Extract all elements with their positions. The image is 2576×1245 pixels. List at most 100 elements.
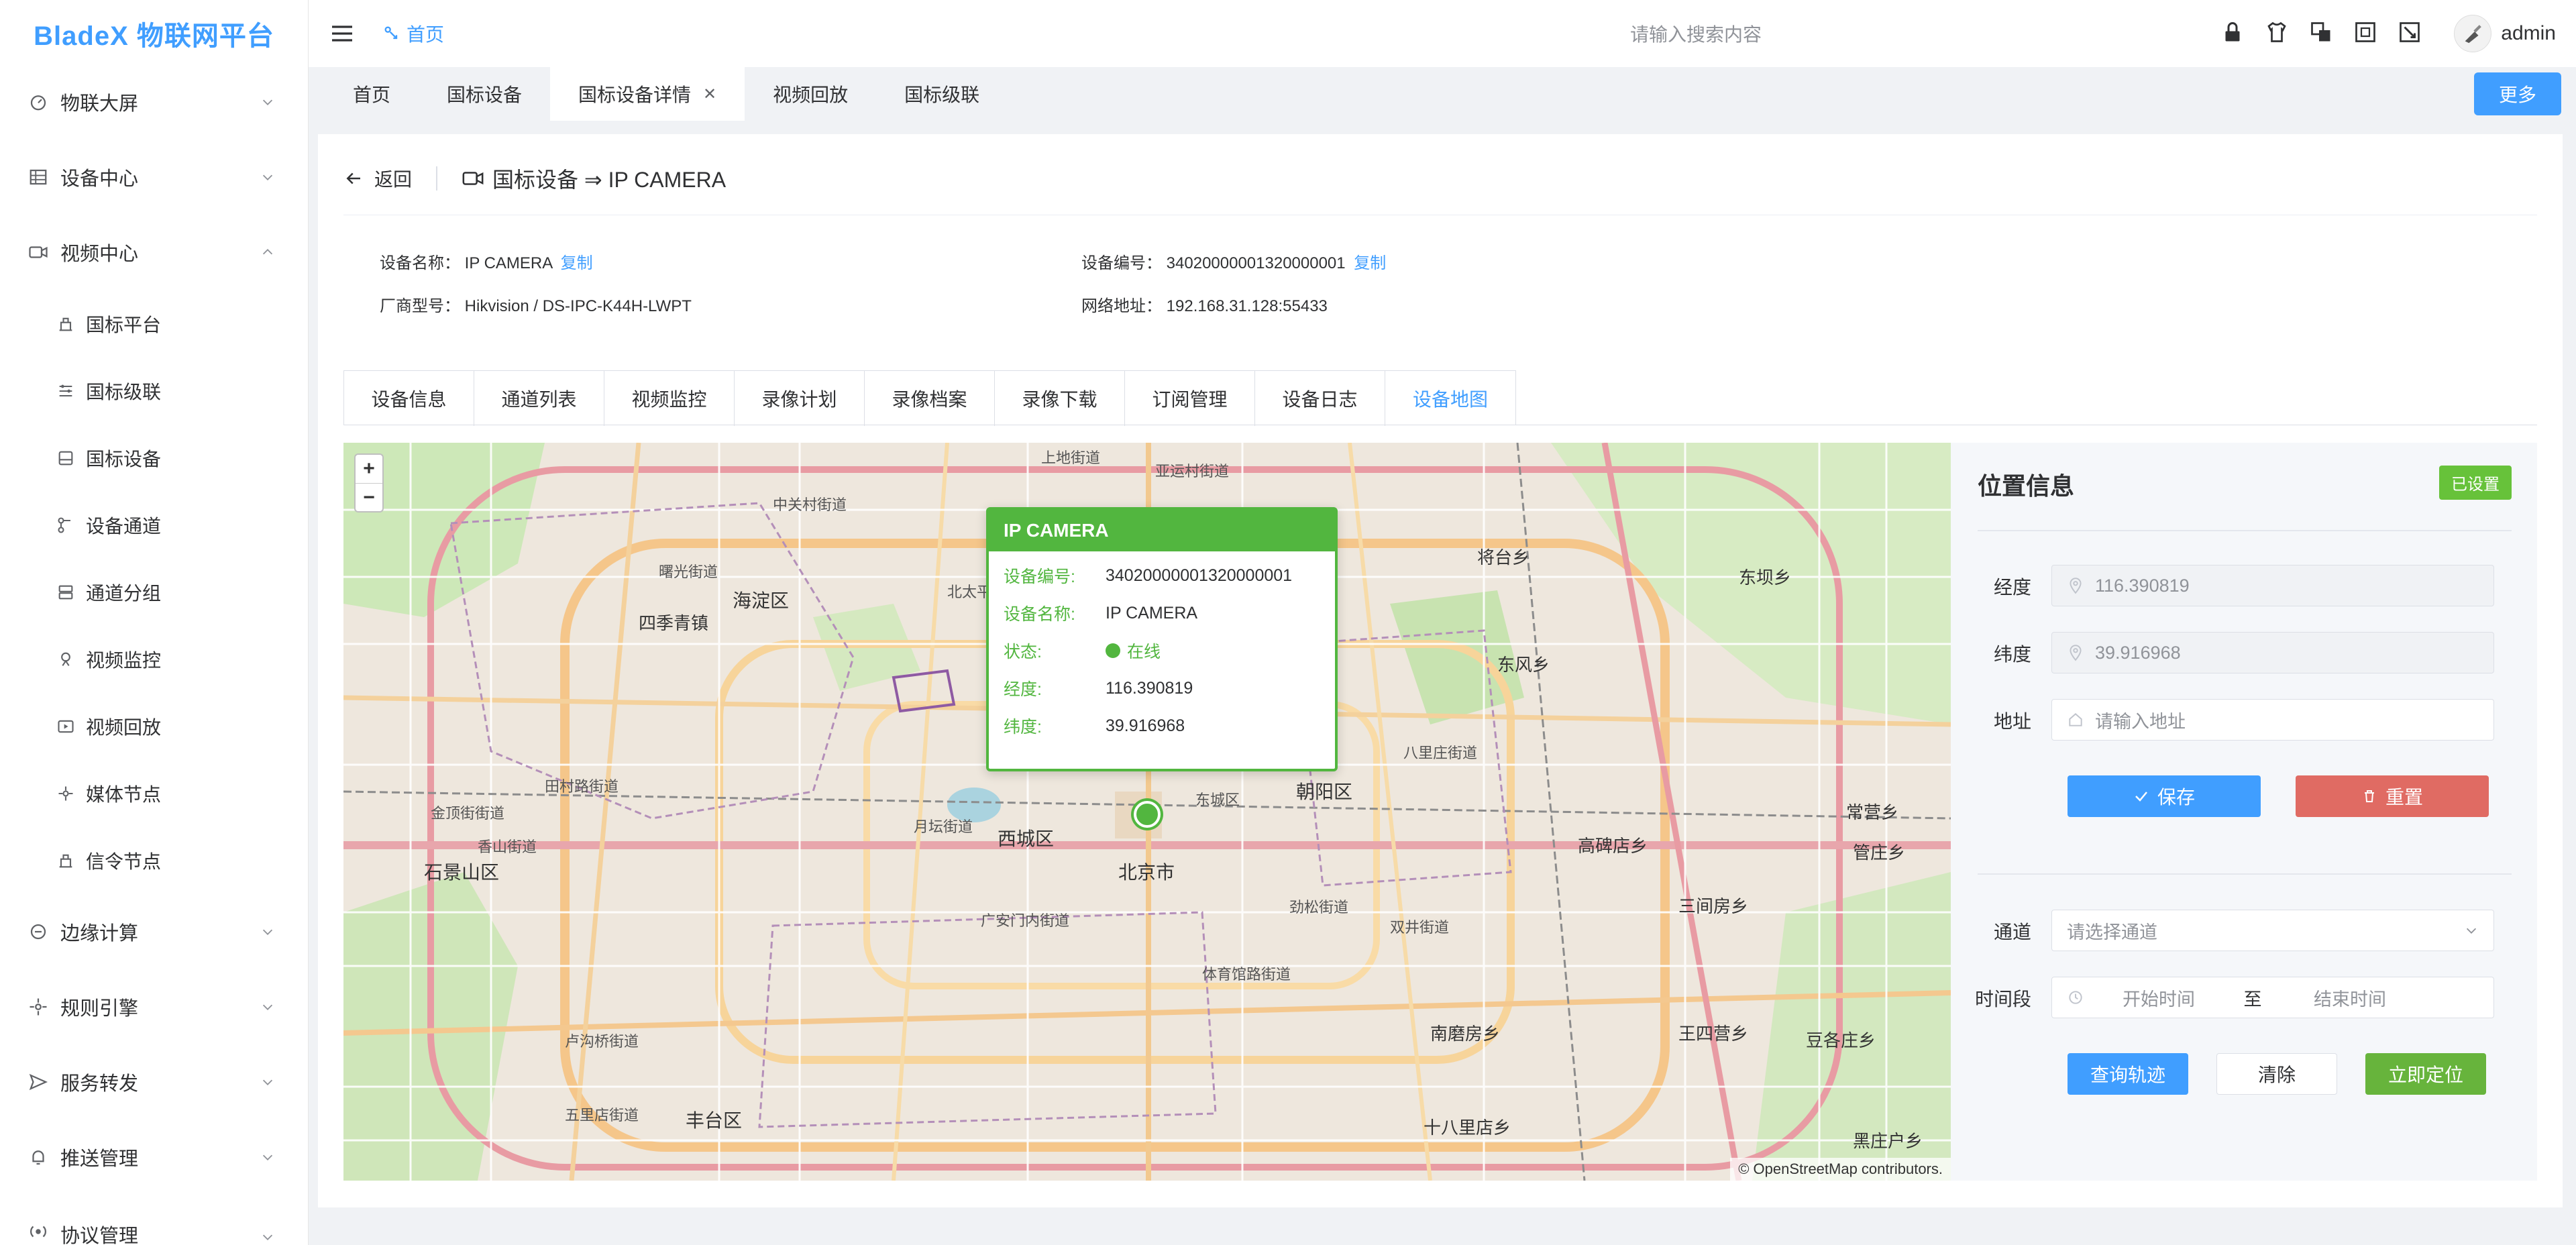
- map-label: 黑庄户乡: [1853, 1131, 1923, 1151]
- popup-row-name: 设备名称: IP CAMERA: [989, 594, 1335, 632]
- tab-subscription[interactable]: 订阅管理: [1125, 371, 1255, 426]
- locate-now-button[interactable]: 立即定位: [2365, 1053, 2486, 1095]
- zoom-out-button[interactable]: −: [356, 483, 382, 511]
- tab-record-plan[interactable]: 录像计划: [735, 371, 865, 426]
- sidebar-item-rule-engine[interactable]: 规则引擎: [0, 969, 309, 1044]
- end-time-input[interactable]: 结束时间: [2283, 985, 2417, 1011]
- edge-icon: [27, 920, 50, 943]
- start-time-input[interactable]: 开始时间: [2095, 985, 2222, 1011]
- sidebar-item-gb-device[interactable]: 国标设备: [0, 425, 309, 492]
- map-view[interactable]: 上地街道 亚运村街道 中关村街道 海淀区 四季青镇 曙光街道 北太平庄街道 西城…: [343, 443, 1951, 1181]
- sidebar-item-dashboard[interactable]: 物联大屏: [0, 64, 309, 140]
- more-button[interactable]: 更多: [2474, 72, 2561, 115]
- house-icon: [2069, 713, 2082, 726]
- arrow-left-icon[interactable]: [343, 168, 364, 188]
- screen-lock-icon[interactable]: [2398, 20, 2422, 44]
- sidebar-item-label: 国标级联: [86, 382, 162, 402]
- tab-video-monitor[interactable]: 视频监控: [604, 371, 735, 426]
- channel-select[interactable]: 请选择通道: [2051, 910, 2494, 951]
- sidebar-item-protocol-management[interactable]: 协议管理: [0, 1195, 309, 1245]
- map-label: 曙光街道: [659, 563, 718, 580]
- panel-title: 位置信息: [1978, 472, 2075, 500]
- sidebar-item-channel-group[interactable]: 通道分组: [0, 559, 309, 626]
- sidebar-item-video-monitor[interactable]: 视频监控: [0, 626, 309, 693]
- sidebar-item-service-forward[interactable]: 服务转发: [0, 1044, 309, 1120]
- sidebar-item-gb-platform[interactable]: 国标平台: [0, 290, 309, 358]
- copy-code-button[interactable]: 复制: [1354, 254, 1386, 272]
- search-input[interactable]: 请输入搜索内容: [1630, 20, 1762, 47]
- tab-device-map[interactable]: 设备地图: [1385, 371, 1515, 426]
- language-icon[interactable]: [2309, 20, 2333, 44]
- menu-toggle-icon[interactable]: [329, 20, 356, 47]
- tab-gb-device[interactable]: 国标设备: [419, 67, 550, 121]
- tab-home[interactable]: 首页: [309, 67, 419, 121]
- map-label: 四季青镇: [639, 613, 708, 633]
- theme-icon[interactable]: [2265, 20, 2289, 44]
- map-label: 常营乡: [1846, 802, 1898, 822]
- map-label: 田村路街道: [545, 778, 619, 795]
- reset-button[interactable]: 重置: [2296, 775, 2489, 817]
- map-label: 东坝乡: [1739, 567, 1791, 588]
- lng-field[interactable]: 116.390819: [2051, 565, 2494, 606]
- sidebar-item-signal-node[interactable]: 信令节点: [0, 827, 309, 894]
- close-icon[interactable]: ✕: [703, 85, 716, 104]
- clear-button[interactable]: 清除: [2216, 1053, 2337, 1095]
- status-dot-icon: [1106, 643, 1120, 658]
- zoom-in-button[interactable]: +: [356, 455, 382, 483]
- signal-node-icon: [55, 850, 76, 871]
- save-button[interactable]: 保存: [2068, 775, 2261, 817]
- query-track-button[interactable]: 查询轨迹: [2068, 1053, 2188, 1095]
- sidebar-item-device-channel[interactable]: 设备通道: [0, 492, 309, 559]
- map-label: 王四营乡: [1678, 1024, 1748, 1044]
- address-input[interactable]: 请输入地址: [2051, 699, 2494, 741]
- tab-gb-device-detail[interactable]: 国标设备详情 ✕: [550, 67, 745, 121]
- chevron-down-icon: [262, 1234, 273, 1240]
- time-range-picker[interactable]: 开始时间 至 结束时间: [2051, 977, 2494, 1018]
- tab-record-download[interactable]: 录像下载: [995, 371, 1125, 426]
- map-label: 金顶街街道: [431, 805, 504, 822]
- tab-device-log[interactable]: 设备日志: [1255, 371, 1385, 426]
- popup-row-lng: 经度: 116.390819: [989, 669, 1335, 707]
- sidebar-item-media-node[interactable]: 媒体节点: [0, 760, 309, 827]
- back-button[interactable]: 返回: [374, 165, 412, 192]
- popup-status: 在线: [1106, 639, 1161, 663]
- tab-video-playback[interactable]: 视频回放: [745, 67, 876, 121]
- device-vendor-value: Hikvision / DS-IPC-K44H-LWPT: [464, 297, 692, 315]
- map-label: 丰台区: [686, 1110, 742, 1131]
- sidebar-item-device-center[interactable]: 设备中心: [0, 140, 309, 215]
- map-attribution[interactable]: © OpenStreetMap contributors.: [1730, 1158, 1951, 1181]
- device-marker-icon[interactable]: [1134, 801, 1161, 828]
- sidebar-item-label: 媒体节点: [86, 784, 162, 805]
- popup-value: IP CAMERA: [1106, 603, 1198, 622]
- lat-field[interactable]: 39.916968: [2051, 632, 2494, 673]
- chevron-down-icon: [262, 1154, 273, 1160]
- popup-row-code: 设备编号: 34020000001320000001: [989, 557, 1335, 594]
- user-menu[interactable]: admin: [2454, 15, 2556, 52]
- map-label: 上地街道: [1041, 449, 1100, 466]
- lock-icon[interactable]: [2220, 20, 2245, 44]
- popup-title: IP CAMERA: [989, 510, 1335, 551]
- gb-device-icon: [55, 447, 76, 469]
- copy-name-button[interactable]: 复制: [561, 254, 593, 272]
- tab-channel-list[interactable]: 通道列表: [474, 371, 604, 426]
- divider: [1978, 530, 2512, 531]
- breadcrumb-home[interactable]: 首页: [407, 20, 444, 47]
- divider: [436, 166, 438, 191]
- sidebar-item-label: 设备通道: [86, 516, 162, 537]
- sidebar-item-gb-cascade[interactable]: 国标级联: [0, 358, 309, 425]
- sidebar-item-video-playback[interactable]: 视频回放: [0, 693, 309, 760]
- app-logo[interactable]: BladeX 物联网平台: [0, 0, 308, 67]
- fullscreen-icon[interactable]: [2353, 20, 2377, 44]
- breadcrumb[interactable]: 首页: [382, 20, 444, 47]
- chevron-up-icon: [262, 249, 273, 255]
- video-camera-icon: [462, 172, 484, 185]
- sidebar-item-video-center[interactable]: 视频中心: [0, 215, 309, 290]
- sidebar-item-push-management[interactable]: 推送管理: [0, 1120, 309, 1195]
- tab-gb-cascade[interactable]: 国标级联: [876, 67, 1008, 121]
- location-pin-icon: [2070, 645, 2082, 661]
- sidebar-item-label: 规则引擎: [60, 998, 139, 1020]
- tab-record-archive[interactable]: 录像档案: [865, 371, 995, 426]
- tab-device-info[interactable]: 设备信息: [344, 371, 474, 426]
- sidebar-item-edge-computing[interactable]: 边缘计算: [0, 894, 309, 969]
- sidebar-item-label: 视频回放: [86, 717, 162, 738]
